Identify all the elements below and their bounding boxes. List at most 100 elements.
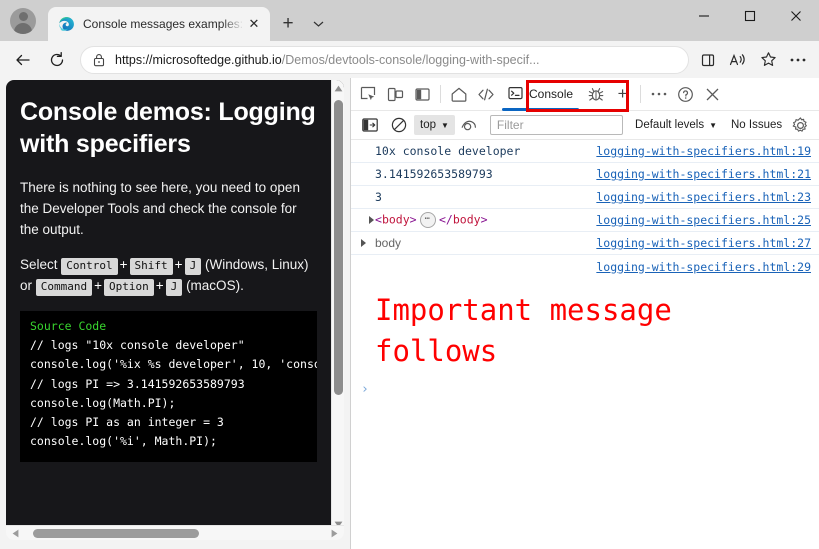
window-controls xyxy=(681,0,819,41)
console-prompt[interactable]: › xyxy=(351,378,819,401)
log-levels-dropdown[interactable]: Default levels ▼ xyxy=(635,119,717,131)
read-aloud-icon[interactable] xyxy=(723,46,753,74)
kbd-control: Control xyxy=(61,257,118,276)
console-filter-input[interactable]: Filter xyxy=(489,115,624,135)
edge-logo-icon xyxy=(59,16,74,31)
address-bar: https://microsoftedge.github.io/Demos/de… xyxy=(0,41,819,78)
code-line-3: // logs PI => 3.141592653589793 xyxy=(30,376,245,391)
scroll-right-arrow-icon[interactable] xyxy=(327,526,342,541)
console-source-link[interactable]: logging-with-specifiers.html:19 xyxy=(596,144,811,158)
console-row[interactable]: 3.141592653589793 logging-with-specifier… xyxy=(351,163,819,186)
browser-settings-ellipsis-icon[interactable] xyxy=(783,46,813,74)
inspect-element-icon[interactable] xyxy=(355,81,382,107)
source-code-block: Source Code // logs "10x console develop… xyxy=(20,310,317,462)
new-tab-button[interactable]: + xyxy=(274,10,302,38)
console-source-link[interactable]: logging-with-specifiers.html:29 xyxy=(596,260,811,274)
page-title: Console demos: Logging with specifiers xyxy=(20,98,316,158)
kbd-j-win: J xyxy=(184,257,202,276)
console-row-node[interactable]: body logging-with-specifiers.html:27 xyxy=(351,232,819,255)
dom-tag-close: body xyxy=(452,212,481,227)
title-bar: Console messages examples: Log ✕ + xyxy=(0,0,819,41)
device-emulation-icon[interactable] xyxy=(382,81,409,107)
console-message: <body> ⋯ </body> xyxy=(375,212,488,228)
console-output[interactable]: 10x console developer logging-with-speci… xyxy=(351,140,819,549)
expand-triangle-icon[interactable] xyxy=(369,216,374,224)
console-message: 3.141592653589793 xyxy=(375,167,493,181)
code-line-5: // logs PI as an integer = 3 xyxy=(30,415,224,430)
refresh-icon[interactable] xyxy=(40,45,74,75)
shortcut-instructions: Select Control + Shift + J (Windows, Linux) … xyxy=(20,255,317,297)
page-viewport: Console demos: Logging with specifiers T… xyxy=(0,78,350,549)
tab-console-label: Console xyxy=(529,87,574,101)
browser-window: Console messages examples: Log ✕ + xyxy=(0,0,819,549)
star-icon[interactable] xyxy=(753,46,783,74)
kbd-option: Option xyxy=(104,278,154,296)
elements-code-icon[interactable] xyxy=(472,81,499,107)
tab-list-chevron-down-icon[interactable] xyxy=(304,10,332,38)
scroll-up-arrow-icon[interactable] xyxy=(332,81,344,95)
collapsed-children-ellipsis-icon[interactable]: ⋯ xyxy=(419,212,436,228)
log-levels-label: Default levels xyxy=(635,119,705,131)
page-body: Console demos: Logging with specifiers T… xyxy=(6,80,331,532)
back-arrow-icon[interactable] xyxy=(6,45,40,75)
browser-tab[interactable]: Console messages examples: Log ✕ xyxy=(48,7,270,41)
console-row[interactable]: 3 logging-with-specifiers.html:23 xyxy=(351,186,819,209)
add-panel-button[interactable]: + xyxy=(609,81,636,107)
url-origin: https://microsoftedge.github.io xyxy=(115,52,282,67)
page-hscroll-thumb[interactable] xyxy=(33,529,199,538)
address-input[interactable]: https://microsoftedge.github.io/Demos/de… xyxy=(80,45,689,74)
page-horizontal-scrollbar[interactable] xyxy=(6,525,344,540)
context-value: top xyxy=(420,119,436,131)
web-page-content: Console demos: Logging with specifiers T… xyxy=(6,80,344,532)
lock-icon xyxy=(91,53,107,67)
kbd-command: Command xyxy=(35,278,93,296)
styled-console-message: Important message follows xyxy=(375,293,690,369)
settings-gear-icon[interactable] xyxy=(787,112,814,138)
plus-sign-1: + xyxy=(119,256,128,272)
chevron-down-icon: ▼ xyxy=(441,120,449,130)
scroll-left-arrow-icon[interactable] xyxy=(8,526,23,541)
page-vertical-scrollbar[interactable] xyxy=(331,80,344,532)
expand-triangle-icon[interactable] xyxy=(361,239,366,247)
help-icon[interactable] xyxy=(672,81,699,107)
tab-close-icon[interactable]: ✕ xyxy=(244,14,264,34)
bug-icon[interactable] xyxy=(582,81,609,107)
home-icon[interactable] xyxy=(445,81,472,107)
console-source-link[interactable]: logging-with-specifiers.html:27 xyxy=(596,236,811,250)
tab-title: Console messages examples: Log xyxy=(83,17,244,31)
code-line-2: console.log('%ix %s developer', 10, 'con… xyxy=(30,357,317,372)
profile-button[interactable] xyxy=(6,4,40,38)
code-line-1: // logs "10x console developer" xyxy=(30,337,245,352)
console-row-styled[interactable]: logging-with-specifiers.html:29 xyxy=(351,255,819,278)
issues-counter[interactable]: No Issues xyxy=(731,119,783,131)
console-row-dom-element[interactable]: <body> ⋯ </body> logging-with-specifiers.h… xyxy=(351,209,819,232)
plus-sign-3: + xyxy=(94,277,103,293)
kbd-j-mac: J xyxy=(165,278,183,296)
console-source-link[interactable]: logging-with-specifiers.html:25 xyxy=(596,213,811,227)
minimize-button[interactable] xyxy=(681,0,727,32)
console-sidebar-icon[interactable] xyxy=(356,112,383,138)
console-message: 3 xyxy=(375,190,382,204)
clear-console-icon[interactable] xyxy=(385,112,412,138)
page-scroll-thumb[interactable] xyxy=(334,100,343,395)
close-devtools-button[interactable] xyxy=(699,81,726,107)
devtools-overflow-ellipsis-icon[interactable] xyxy=(645,81,672,107)
split-screen-icon[interactable] xyxy=(693,46,723,74)
dock-side-icon[interactable] xyxy=(409,81,436,107)
console-source-link[interactable]: logging-with-specifiers.html:23 xyxy=(596,190,811,204)
console-filter-bar: top ▼ Filter Default levels ▼ No Issues xyxy=(351,111,819,140)
javascript-context-select[interactable]: top ▼ xyxy=(414,115,455,135)
devtools-toolbar: Console + xyxy=(351,78,819,111)
console-message: 10x console developer xyxy=(375,144,521,158)
plus-sign-4: + xyxy=(155,277,164,293)
console-terminal-icon xyxy=(508,86,523,103)
console-source-link[interactable]: logging-with-specifiers.html:21 xyxy=(596,167,811,181)
kbd-shift: Shift xyxy=(129,257,173,276)
maximize-button[interactable] xyxy=(727,0,773,32)
prompt-caret-icon: › xyxy=(361,382,369,398)
avatar xyxy=(10,8,36,34)
tab-console[interactable]: Console xyxy=(499,81,582,111)
close-window-button[interactable] xyxy=(773,0,819,32)
console-row[interactable]: 10x console developer logging-with-speci… xyxy=(351,140,819,163)
live-expression-icon[interactable] xyxy=(457,112,484,138)
